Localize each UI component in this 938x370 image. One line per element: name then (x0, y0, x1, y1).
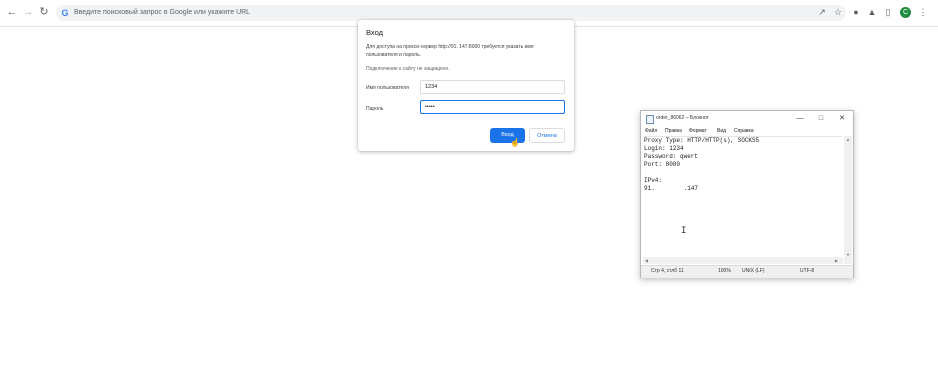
profile-avatar[interactable]: C (900, 7, 911, 18)
status-encoding: UTF-8 (800, 268, 815, 274)
username-label: Имя пользователя (366, 85, 409, 91)
scroll-left-icon[interactable]: ◀ (645, 258, 648, 263)
extension-icon[interactable]: ● (851, 7, 861, 17)
back-icon[interactable]: ← (6, 6, 18, 18)
notepad-app-icon (646, 115, 654, 124)
puzzle-icon[interactable]: ▲ (867, 7, 877, 17)
notepad-titlebar[interactable]: order_86062 – Блокнот — □ ✕ (641, 111, 853, 127)
text-line: IPv4: (644, 177, 663, 184)
maximize-icon[interactable]: □ (814, 113, 828, 124)
status-line-endings: UNIX (LF) (742, 268, 765, 274)
menu-kebab-icon[interactable]: ⋮ (918, 7, 928, 17)
notepad-menubar: Файл Правка Формат Вид Справка (641, 127, 853, 136)
status-position: Стр 4, стлб 11 (651, 268, 684, 274)
text-cursor-icon: I (681, 226, 687, 236)
proxy-auth-dialog: Вход Для доступа на прокси-сервер http:/… (358, 20, 574, 151)
forward-icon[interactable]: → (22, 6, 34, 18)
password-field[interactable]: ••••• (420, 100, 565, 114)
scroll-right-icon[interactable]: ▶ (835, 258, 838, 263)
menu-help[interactable]: Справка (734, 128, 754, 135)
share-icon[interactable]: ↗ (817, 7, 827, 17)
address-bar-placeholder: Введите поисковый запрос в Google или ук… (74, 9, 251, 16)
cancel-button[interactable]: Отмена (529, 128, 565, 143)
menu-view[interactable]: Вид (717, 128, 726, 135)
menu-file[interactable]: Файл (645, 128, 657, 135)
text-line: Proxy Type: HTTP/HTTP(s), SOCKS5 (644, 137, 760, 144)
google-icon: G (61, 8, 69, 18)
dialog-description: Для доступа на прокси-сервер http://91. … (366, 44, 534, 58)
side-panel-icon[interactable]: ▯ (883, 7, 893, 17)
scroll-down-icon[interactable]: ▼ (846, 252, 850, 257)
notepad-text-area[interactable]: Proxy Type: HTTP/HTTP(s), SOCKS5 Login: … (643, 136, 842, 266)
text-line: Password: qwert (644, 153, 699, 160)
dialog-warning: Подключение к сайту не защищено. (366, 66, 450, 72)
horizontal-scrollbar[interactable]: ◀ ▶ (643, 257, 843, 264)
close-icon[interactable]: ✕ (835, 113, 849, 124)
username-field[interactable]: 1234 (420, 80, 565, 94)
scroll-up-icon[interactable]: ▲ (846, 137, 850, 142)
minimize-icon[interactable]: — (793, 113, 807, 124)
address-bar[interactable]: G Введите поисковый запрос в Google или … (56, 5, 846, 21)
menu-format[interactable]: Формат (689, 128, 707, 135)
notepad-statusbar: Стр 4, стлб 11 100% UNIX (LF) UTF-8 (641, 265, 853, 278)
notepad-title: order_86062 – Блокнот (656, 115, 709, 121)
status-zoom: 100% (718, 268, 731, 274)
text-line: Login: 1234 (644, 145, 684, 152)
bookmark-star-icon[interactable]: ☆ (833, 7, 843, 17)
text-line: 91. .147 (644, 185, 699, 192)
hand-cursor-icon: ☝ (510, 138, 520, 147)
menu-edit[interactable]: Правка (665, 128, 682, 135)
reload-icon[interactable]: ↻ (38, 6, 50, 18)
password-label: Пароль (366, 106, 384, 112)
dialog-title: Вход (366, 28, 383, 37)
notepad-window: order_86062 – Блокнот — □ ✕ Файл Правка … (640, 110, 854, 278)
vertical-scrollbar[interactable]: ▲ ▼ (844, 136, 852, 264)
text-line: Port: 8000 (644, 161, 681, 168)
